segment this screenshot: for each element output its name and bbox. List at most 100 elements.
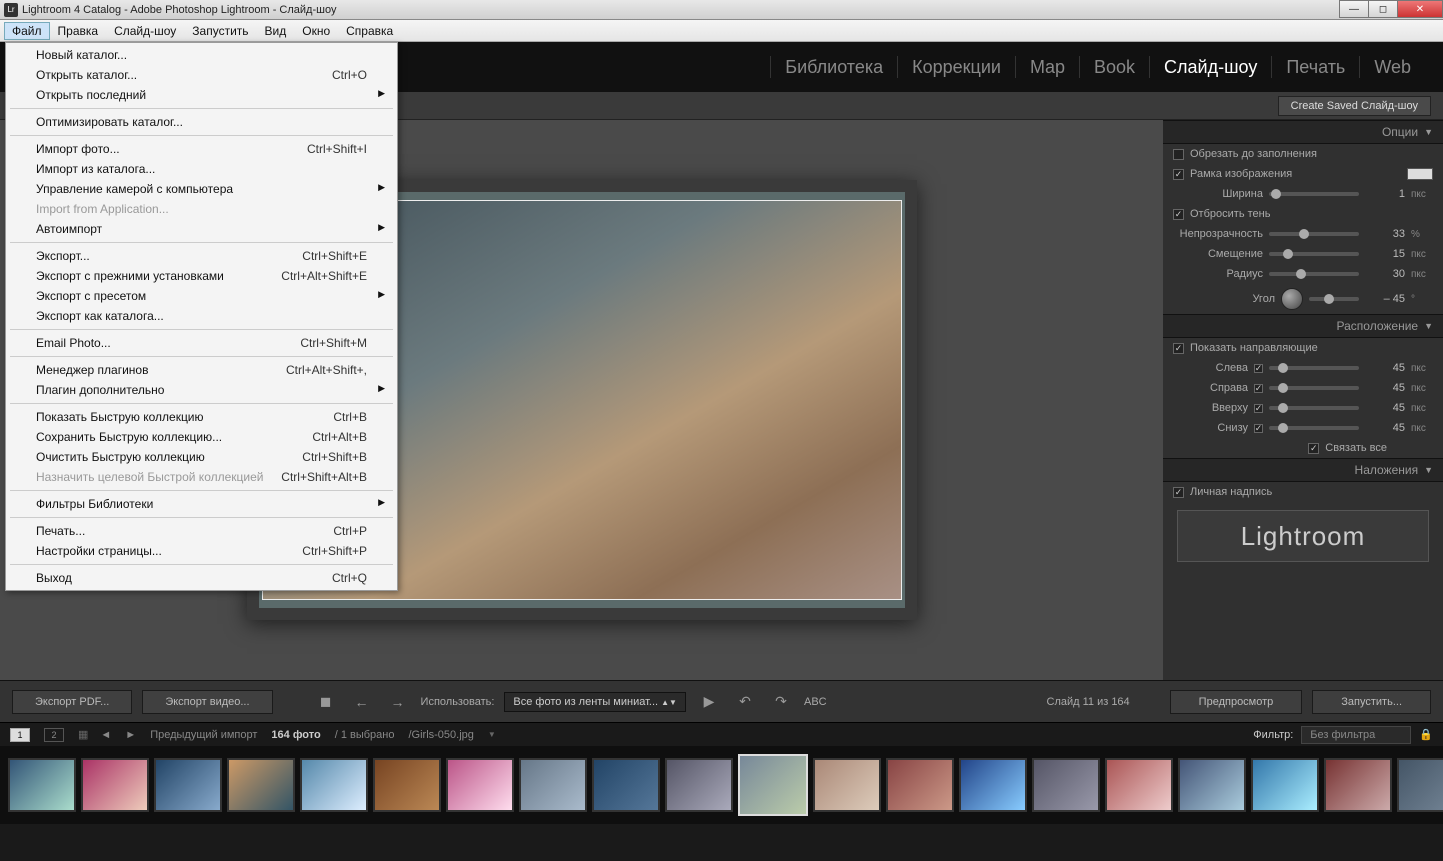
radius-slider[interactable] bbox=[1269, 272, 1359, 276]
filmstrip-thumb[interactable] bbox=[1397, 758, 1443, 812]
filmstrip-thumb[interactable] bbox=[592, 758, 660, 812]
play-icon[interactable]: ▶ bbox=[696, 689, 722, 715]
opacity-slider[interactable] bbox=[1269, 232, 1359, 236]
menu-item[interactable]: Импорт из каталога... bbox=[8, 159, 395, 179]
filmstrip-thumb[interactable] bbox=[446, 758, 514, 812]
filmstrip-thumb[interactable] bbox=[1324, 758, 1392, 812]
menu-item[interactable]: Автоимпорт▶ bbox=[8, 219, 395, 239]
current-file[interactable]: /Girls-050.jpg bbox=[408, 729, 473, 741]
play-button[interactable]: Запустить... bbox=[1312, 690, 1431, 714]
link-all-checkbox[interactable] bbox=[1308, 443, 1319, 454]
top-slider[interactable] bbox=[1269, 406, 1359, 410]
rotate-ccw-icon[interactable]: ↶ bbox=[732, 689, 758, 715]
menu-item[interactable]: Управление камерой с компьютера▶ bbox=[8, 179, 395, 199]
module-библиотека[interactable]: Библиотека bbox=[770, 56, 897, 78]
filmstrip-thumb[interactable] bbox=[81, 758, 149, 812]
menu-item[interactable]: Экспорт с прежними установкамиCtrl+Alt+S… bbox=[8, 266, 395, 286]
filmstrip-thumb[interactable] bbox=[1178, 758, 1246, 812]
menu-item[interactable]: Открыть каталог...Ctrl+O bbox=[8, 65, 395, 85]
frame-checkbox[interactable] bbox=[1173, 169, 1184, 180]
filmstrip-thumb[interactable] bbox=[886, 758, 954, 812]
panel-header-options[interactable]: Опции▼ bbox=[1163, 120, 1443, 144]
menu-item[interactable]: Настройки страницы...Ctrl+Shift+P bbox=[8, 541, 395, 561]
menu-item[interactable]: ВыходCtrl+Q bbox=[8, 568, 395, 588]
menu-item[interactable]: Печать...Ctrl+P bbox=[8, 521, 395, 541]
menu-вид[interactable]: Вид bbox=[257, 22, 295, 40]
menu-item[interactable]: Экспорт...Ctrl+Shift+E bbox=[8, 246, 395, 266]
menu-item[interactable]: Менеджер плагиновCtrl+Alt+Shift+, bbox=[8, 360, 395, 380]
left-slider[interactable] bbox=[1269, 366, 1359, 370]
use-select[interactable]: Все фото из ленты миниат... ▲▼ bbox=[504, 692, 686, 712]
nav-fwd-icon[interactable]: ► bbox=[125, 729, 136, 741]
link-bottom-checkbox[interactable] bbox=[1254, 424, 1263, 433]
module-web[interactable]: Web bbox=[1359, 56, 1425, 78]
filmstrip-thumb[interactable] bbox=[813, 758, 881, 812]
nav-back-icon[interactable]: ◄ bbox=[100, 729, 111, 741]
crop-checkbox[interactable] bbox=[1173, 149, 1184, 160]
menu-item[interactable]: Новый каталог... bbox=[8, 45, 395, 65]
menu-item[interactable]: Очистить Быструю коллекциюCtrl+Shift+B bbox=[8, 447, 395, 467]
filmstrip[interactable] bbox=[0, 746, 1443, 824]
second-display-icon[interactable]: 2 bbox=[44, 728, 64, 742]
menu-item[interactable]: Оптимизировать каталог... bbox=[8, 112, 395, 132]
next-icon[interactable]: → bbox=[385, 689, 411, 715]
filmstrip-thumb[interactable] bbox=[373, 758, 441, 812]
angle-slider[interactable] bbox=[1309, 297, 1359, 301]
filmstrip-thumb[interactable] bbox=[665, 758, 733, 812]
link-right-checkbox[interactable] bbox=[1254, 384, 1263, 393]
abc-label[interactable]: ABC bbox=[804, 696, 827, 708]
menu-справка[interactable]: Справка bbox=[338, 22, 401, 40]
filmstrip-thumb[interactable] bbox=[1032, 758, 1100, 812]
menu-item[interactable]: Плагин дополнительно▶ bbox=[8, 380, 395, 400]
menu-item[interactable]: Показать Быструю коллекциюCtrl+B bbox=[8, 407, 395, 427]
export-video-button[interactable]: Экспорт видео... bbox=[142, 690, 272, 714]
filmstrip-thumb[interactable] bbox=[8, 758, 76, 812]
filmstrip-thumb[interactable] bbox=[227, 758, 295, 812]
filmstrip-thumb[interactable] bbox=[959, 758, 1027, 812]
window-minimize-button[interactable]: — bbox=[1339, 0, 1369, 18]
module-коррекции[interactable]: Коррекции bbox=[897, 56, 1015, 78]
menu-слайд-шоу[interactable]: Слайд-шоу bbox=[106, 22, 184, 40]
width-slider[interactable] bbox=[1269, 192, 1359, 196]
menu-item[interactable]: Сохранить Быструю коллекцию...Ctrl+Alt+B bbox=[8, 427, 395, 447]
panel-header-overlays[interactable]: Наложения▼ bbox=[1163, 458, 1443, 482]
nav-source[interactable]: Предыдущий импорт bbox=[150, 729, 257, 741]
create-saved-button[interactable]: Create Saved Слайд-шоу bbox=[1278, 96, 1431, 116]
menu-item[interactable]: Импорт фото...Ctrl+Shift+I bbox=[8, 139, 395, 159]
filter-lock-icon[interactable]: 🔒 bbox=[1419, 728, 1433, 741]
menu-item[interactable]: Фильтры Библиотеки▶ bbox=[8, 494, 395, 514]
module-слайд-шоу[interactable]: Слайд-шоу bbox=[1149, 56, 1271, 78]
module-map[interactable]: Map bbox=[1015, 56, 1079, 78]
link-top-checkbox[interactable] bbox=[1254, 404, 1263, 413]
frame-color-swatch[interactable] bbox=[1407, 168, 1433, 180]
menu-item[interactable]: Открыть последний▶ bbox=[8, 85, 395, 105]
menu-запустить[interactable]: Запустить bbox=[184, 22, 256, 40]
filmstrip-thumb[interactable] bbox=[1105, 758, 1173, 812]
menu-item[interactable]: Экспорт с пресетом▶ bbox=[8, 286, 395, 306]
shadow-checkbox[interactable] bbox=[1173, 209, 1184, 220]
menu-файл[interactable]: Файл bbox=[4, 22, 50, 40]
panel-header-layout[interactable]: Расположение▼ bbox=[1163, 314, 1443, 338]
filmstrip-thumb[interactable] bbox=[154, 758, 222, 812]
filmstrip-thumb[interactable] bbox=[300, 758, 368, 812]
grid-icon[interactable]: ▦ bbox=[78, 728, 86, 741]
filter-select[interactable]: Без фильтра bbox=[1301, 726, 1411, 744]
rotate-cw-icon[interactable]: ↷ bbox=[768, 689, 794, 715]
filmstrip-thumb[interactable] bbox=[1251, 758, 1319, 812]
guides-checkbox[interactable] bbox=[1173, 343, 1184, 354]
identity-checkbox[interactable] bbox=[1173, 487, 1184, 498]
preview-button[interactable]: Предпросмотр bbox=[1170, 690, 1303, 714]
menu-правка[interactable]: Правка bbox=[50, 22, 107, 40]
module-печать[interactable]: Печать bbox=[1271, 56, 1359, 78]
export-pdf-button[interactable]: Экспорт PDF... bbox=[12, 690, 132, 714]
stop-icon[interactable]: ◼ bbox=[313, 689, 339, 715]
window-maximize-button[interactable]: ◻ bbox=[1368, 0, 1398, 18]
window-close-button[interactable]: ✕ bbox=[1397, 0, 1443, 18]
menu-item[interactable]: Email Photo...Ctrl+Shift+M bbox=[8, 333, 395, 353]
menu-item[interactable]: Экспорт как каталога... bbox=[8, 306, 395, 326]
offset-slider[interactable] bbox=[1269, 252, 1359, 256]
angle-dial[interactable] bbox=[1281, 288, 1303, 310]
module-book[interactable]: Book bbox=[1079, 56, 1149, 78]
filmstrip-thumb[interactable] bbox=[738, 754, 808, 816]
identity-plate[interactable]: Lightroom bbox=[1177, 510, 1429, 562]
